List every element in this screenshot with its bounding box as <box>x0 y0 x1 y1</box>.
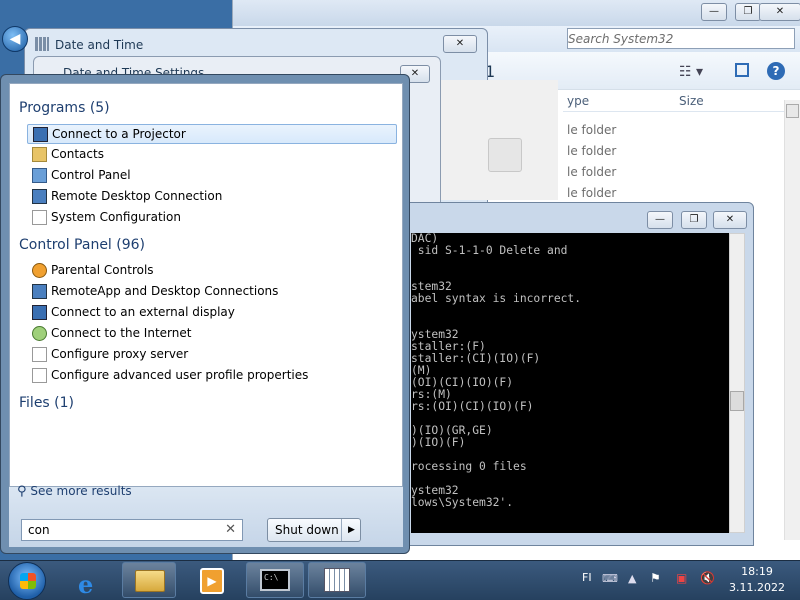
contacts-folder-icon <box>32 147 47 162</box>
control-panel-icon <box>32 168 47 183</box>
keyboard-icon[interactable]: ⌨ <box>602 572 618 585</box>
result-user-profile-properties[interactable]: Configure advanced user profile properti… <box>27 366 397 386</box>
internet-explorer-icon: e <box>78 570 94 599</box>
list-item[interactable]: le folder <box>567 144 616 158</box>
search-results-panel: Programs (5) Connect to a Projector Cont… <box>9 83 403 487</box>
clock-date: 3.11.2022 <box>729 581 785 594</box>
action-center-flag-icon[interactable]: ⚑ <box>650 571 661 585</box>
help-icon[interactable]: ? <box>767 62 785 80</box>
result-connect-internet[interactable]: Connect to the Internet <box>27 324 397 344</box>
calendar-clock-icon <box>324 568 350 592</box>
language-indicator[interactable]: FI <box>582 571 592 584</box>
result-system-configuration[interactable]: System Configuration <box>27 208 397 228</box>
see-more-results-link[interactable]: ⚲ See more results <box>17 484 132 499</box>
command-prompt-window: — ❐ ✕ DAC) sid S-1-1-0 Delete and stem32… <box>402 202 754 546</box>
document-icon <box>32 347 47 362</box>
result-contacts[interactable]: Contacts <box>27 145 397 165</box>
console-scrollbar-thumb[interactable] <box>730 391 744 411</box>
result-connect-to-projector[interactable]: Connect to a Projector <box>27 124 397 144</box>
column-header-type[interactable]: ype <box>567 94 589 108</box>
taskbar-clock[interactable]: 18:19 3.11.2022 <box>724 564 790 596</box>
internet-globe-icon <box>32 326 47 341</box>
result-control-panel[interactable]: Control Panel <box>27 166 397 186</box>
column-header-size[interactable]: Size <box>679 94 704 108</box>
shut-down-options-arrow-icon[interactable]: ▶ <box>341 519 361 541</box>
result-proxy-server[interactable]: Configure proxy server <box>27 345 397 365</box>
explorer-search-placeholder: Search System32 <box>568 32 674 46</box>
remote-desktop-icon <box>32 189 47 204</box>
explorer-close-button[interactable]: ✕ <box>759 3 800 21</box>
console-output[interactable]: DAC) sid S-1-1-0 Delete and stem32 abel … <box>411 233 729 533</box>
column-header-row: ype Size <box>563 90 800 112</box>
command-prompt-icon: C:\ <box>260 569 290 591</box>
date-time-title: Date and Time <box>55 38 144 52</box>
scrollbar-thumb[interactable] <box>786 104 799 118</box>
media-player-taskbar-button[interactable]: ▶ <box>196 566 228 596</box>
shut-down-button[interactable]: Shut down ▶ <box>267 518 361 542</box>
result-parental-controls[interactable]: Parental Controls <box>27 261 397 281</box>
result-remote-desktop[interactable]: Remote Desktop Connection <box>27 187 397 207</box>
clear-search-icon[interactable]: ✕ <box>225 522 236 537</box>
cmd-minimize-button[interactable]: — <box>647 211 673 229</box>
date-time-close-button[interactable]: ✕ <box>443 35 477 53</box>
dialog-button[interactable] <box>488 138 522 172</box>
explorer-search-input[interactable]: Search System32 <box>567 28 795 49</box>
windows-logo-icon <box>20 573 36 589</box>
command-prompt-taskbar-button[interactable]: C:\ <box>246 562 304 598</box>
magnifier-icon: ⚲ <box>17 484 27 499</box>
group-programs-heading[interactable]: Programs (5) <box>19 100 110 116</box>
cmd-maximize-button[interactable]: ❐ <box>681 211 707 229</box>
remoteapp-icon <box>32 284 47 299</box>
result-remoteapp-connections[interactable]: RemoteApp and Desktop Connections <box>27 282 397 302</box>
group-files-heading[interactable]: Files (1) <box>19 395 74 411</box>
date-time-icon <box>35 37 49 51</box>
explorer-taskbar-button[interactable] <box>122 562 176 598</box>
date-time-taskbar-button[interactable] <box>308 562 366 598</box>
console-text: DAC) sid S-1-1-0 Delete and stem32 abel … <box>411 233 582 509</box>
folder-icon <box>135 570 165 592</box>
preview-pane-icon[interactable] <box>735 63 749 77</box>
shut-down-label: Shut down <box>275 523 339 537</box>
see-more-results-label: See more results <box>30 484 132 498</box>
start-orb-button[interactable] <box>8 562 46 600</box>
start-search-value: con <box>28 523 50 537</box>
show-hidden-icons-chevron-icon[interactable]: ▲ <box>628 572 636 585</box>
clock-time: 18:19 <box>741 565 773 578</box>
view-options-icon[interactable]: ☷ ▾ <box>679 64 703 80</box>
list-item[interactable]: le folder <box>567 186 616 200</box>
explorer-scrollbar[interactable] <box>784 100 800 540</box>
list-item[interactable]: le folder <box>567 165 616 179</box>
projector-icon <box>33 127 48 142</box>
group-control-panel-heading[interactable]: Control Panel (96) <box>19 237 145 253</box>
volume-muted-icon[interactable]: 🔇 <box>700 571 715 585</box>
system-configuration-icon <box>32 210 47 225</box>
internet-explorer-taskbar-button[interactable]: e <box>74 566 106 599</box>
cmd-close-button[interactable]: ✕ <box>713 211 747 229</box>
list-item[interactable]: le folder <box>567 123 616 137</box>
explorer-maximize-button[interactable]: ❐ <box>735 3 761 21</box>
explorer-back-arrow-icon[interactable]: ◀ <box>2 26 28 52</box>
start-menu: Programs (5) Connect to a Projector Cont… <box>0 74 410 554</box>
explorer-minimize-button[interactable]: — <box>701 3 727 21</box>
console-scrollbar[interactable] <box>729 233 745 533</box>
display-icon <box>32 305 47 320</box>
start-search-input[interactable]: con ✕ <box>21 519 243 541</box>
media-player-icon: ▶ <box>200 568 224 594</box>
network-disconnected-icon[interactable]: ▣ <box>676 571 687 585</box>
parental-controls-icon <box>32 263 47 278</box>
result-external-display[interactable]: Connect to an external display <box>27 303 397 323</box>
document-icon <box>32 368 47 383</box>
